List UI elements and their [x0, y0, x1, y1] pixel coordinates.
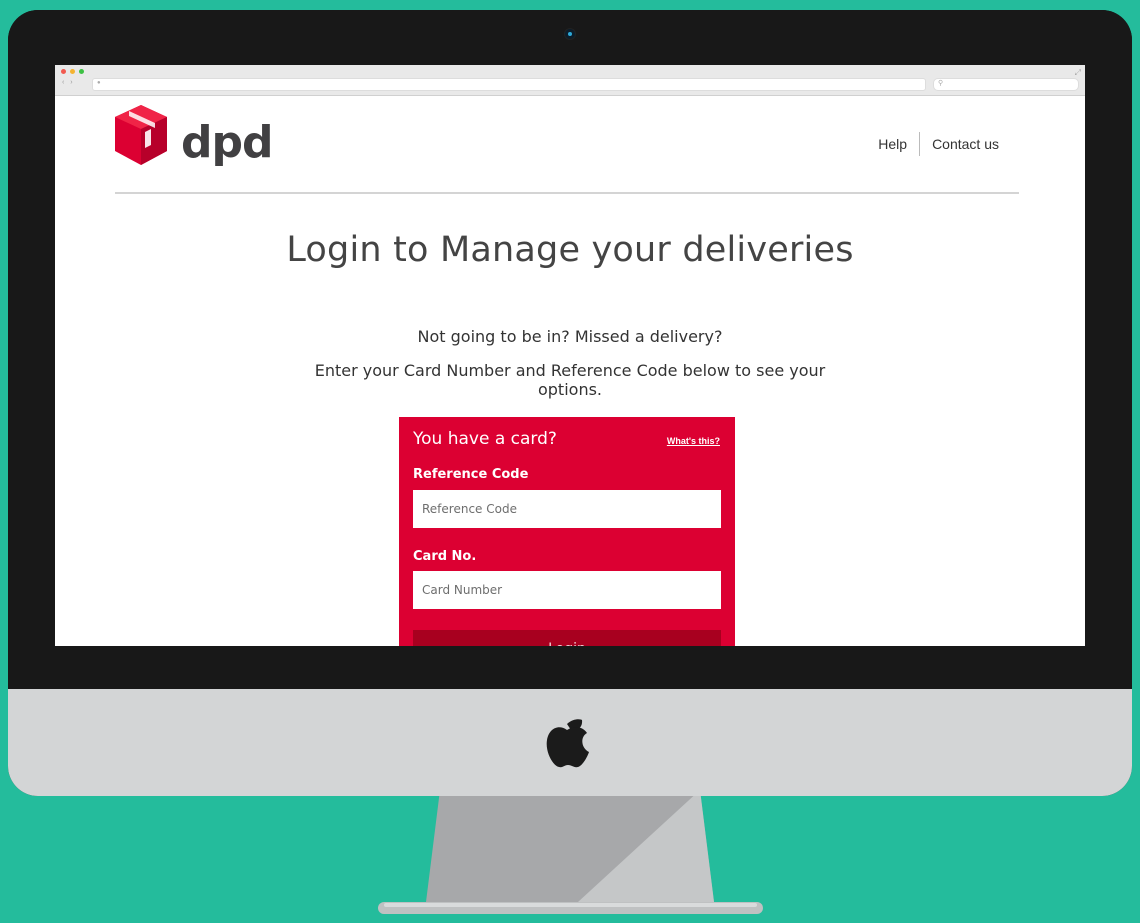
logo-wordmark: dpd	[181, 117, 273, 168]
lock-icon: ●	[97, 80, 101, 86]
nav-divider	[919, 132, 921, 156]
login-button[interactable]: Login	[413, 630, 721, 646]
page-subtitle: Not going to be in? Missed a delivery?	[417, 327, 723, 346]
card-number-input[interactable]	[413, 571, 721, 609]
camera-icon	[565, 29, 575, 39]
top-nav: Help Contact us	[878, 132, 999, 156]
whats-this-link[interactable]: What's this?	[667, 436, 720, 446]
contact-us-link[interactable]: Contact us	[932, 136, 999, 152]
maximize-window-button[interactable]	[79, 69, 84, 74]
browser-search-bar[interactable]: ⚲	[933, 78, 1079, 91]
minimize-window-button[interactable]	[70, 69, 75, 74]
site-header: dpd Help Contact us	[115, 105, 1019, 195]
card-login-form: You have a card? What's this? Reference …	[399, 417, 735, 646]
help-link[interactable]: Help	[878, 136, 907, 152]
form-title: You have a card?	[413, 429, 557, 449]
apple-logo-icon	[546, 719, 589, 768]
page-title: Login to Manage your deliveries	[286, 230, 854, 270]
browser-window: ‹ › ● ⚲ ⤢ dpd Help Contact us Login to M…	[55, 65, 1085, 646]
address-bar[interactable]: ●	[92, 78, 926, 91]
reference-code-input[interactable]	[413, 490, 721, 528]
instructions-text: Enter your Card Number and Reference Cod…	[314, 361, 826, 399]
card-number-label: Card No.	[413, 549, 477, 564]
browser-toolbar: ‹ › ● ⚲ ⤢	[55, 65, 1085, 96]
close-window-button[interactable]	[61, 69, 66, 74]
back-forward-arrows-icon[interactable]: ‹ ›	[62, 79, 75, 86]
search-icon: ⚲	[938, 80, 944, 87]
header-divider	[115, 192, 1019, 194]
fullscreen-icon[interactable]: ⤢	[1075, 68, 1081, 78]
monitor: ‹ › ● ⚲ ⤢ dpd Help Contact us Login to M…	[8, 10, 1132, 796]
reference-code-label: Reference Code	[413, 467, 529, 482]
scene: ‹ › ● ⚲ ⤢ dpd Help Contact us Login to M…	[0, 0, 1140, 923]
monitor-stand	[378, 790, 763, 916]
